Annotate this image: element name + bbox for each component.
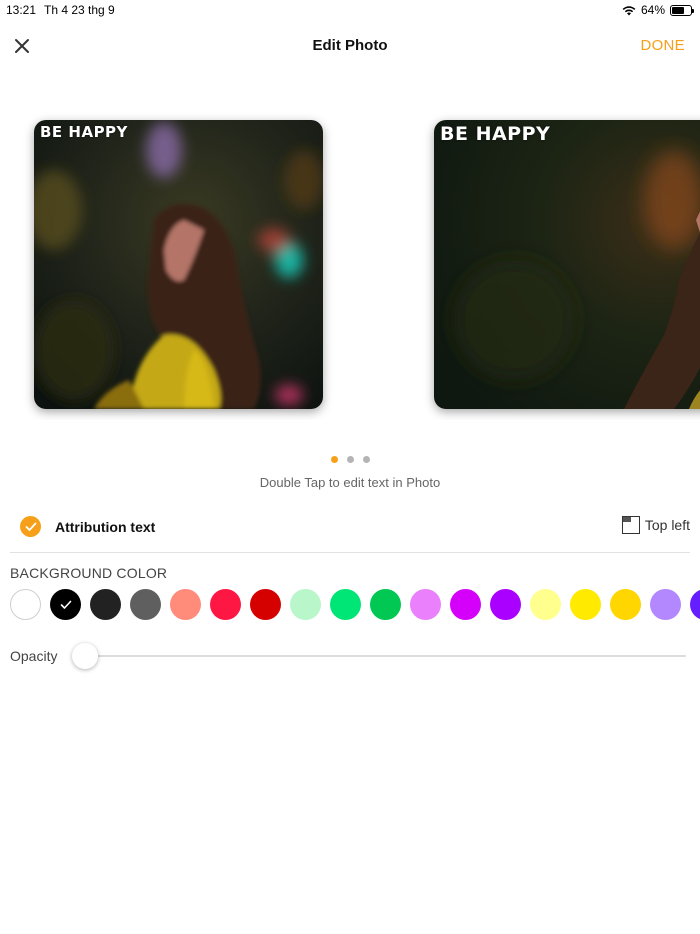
done-button[interactable]: DONE <box>640 37 685 54</box>
attribution-text-overlay[interactable]: BE HAPPY <box>40 123 128 141</box>
opacity-slider[interactable] <box>72 642 686 670</box>
attribution-label: Attribution text <box>55 519 156 535</box>
photo-image <box>434 120 700 409</box>
color-swatch-list[interactable] <box>10 589 700 623</box>
color-swatch[interactable] <box>370 589 401 620</box>
checkmark-icon <box>25 522 36 531</box>
page-indicator[interactable] <box>0 456 700 463</box>
color-swatch[interactable] <box>130 589 161 620</box>
photo-card[interactable]: BE HAPPY <box>34 120 323 409</box>
color-swatch[interactable] <box>570 589 601 620</box>
color-swatch[interactable] <box>90 589 121 620</box>
status-date: Th 4 23 thg 9 <box>44 3 115 17</box>
color-swatch[interactable] <box>290 589 321 620</box>
color-swatch[interactable] <box>50 589 81 620</box>
color-swatch[interactable] <box>650 589 681 620</box>
status-indicators: 64% <box>622 3 694 17</box>
hint-text: Double Tap to edit text in Photo <box>259 475 441 490</box>
slider-thumb[interactable] <box>72 643 98 669</box>
color-swatch[interactable] <box>410 589 441 620</box>
color-swatch[interactable] <box>690 589 700 620</box>
wifi-icon <box>622 5 636 15</box>
divider <box>10 552 690 553</box>
color-swatch[interactable] <box>250 589 281 620</box>
page-dot[interactable] <box>330 456 338 463</box>
attribution-row: Attribution text Top left <box>0 512 700 542</box>
opacity-label: Opacity <box>10 648 58 664</box>
photo-carousel[interactable]: BE HAPPY BE HAPPY <box>0 110 700 420</box>
battery-percent: 64% <box>640 3 665 17</box>
nav-bar: Edit Photo DONE <box>0 28 700 64</box>
color-swatch[interactable] <box>530 589 561 620</box>
page-dot[interactable] <box>346 456 354 463</box>
color-swatch[interactable] <box>170 589 201 620</box>
checkmark-icon <box>60 600 71 609</box>
color-swatch[interactable] <box>10 589 41 620</box>
color-swatch[interactable] <box>210 589 241 620</box>
photo-card[interactable]: BE HAPPY <box>434 120 700 409</box>
attribution-checkbox[interactable] <box>20 516 41 537</box>
slider-track <box>72 655 686 657</box>
background-color-title: BACKGROUND COLOR <box>10 565 168 581</box>
color-swatch[interactable] <box>330 589 361 620</box>
color-swatch[interactable] <box>490 589 521 620</box>
color-swatch[interactable] <box>610 589 641 620</box>
page-dot[interactable] <box>362 456 370 463</box>
color-swatch[interactable] <box>450 589 481 620</box>
status-bar: 13:21 Th 4 23 thg 9 64% <box>0 0 700 20</box>
top-left-position-icon <box>621 516 640 534</box>
battery-level <box>672 6 684 14</box>
photo-image <box>34 120 323 409</box>
attribution-text-overlay[interactable]: BE HAPPY <box>440 123 550 145</box>
position-label: Top left <box>644 517 690 533</box>
page-title: Edit Photo <box>312 37 388 54</box>
status-time: 13:21 <box>6 3 37 17</box>
battery-icon <box>670 4 694 16</box>
position-button[interactable]: Top left <box>621 516 690 534</box>
